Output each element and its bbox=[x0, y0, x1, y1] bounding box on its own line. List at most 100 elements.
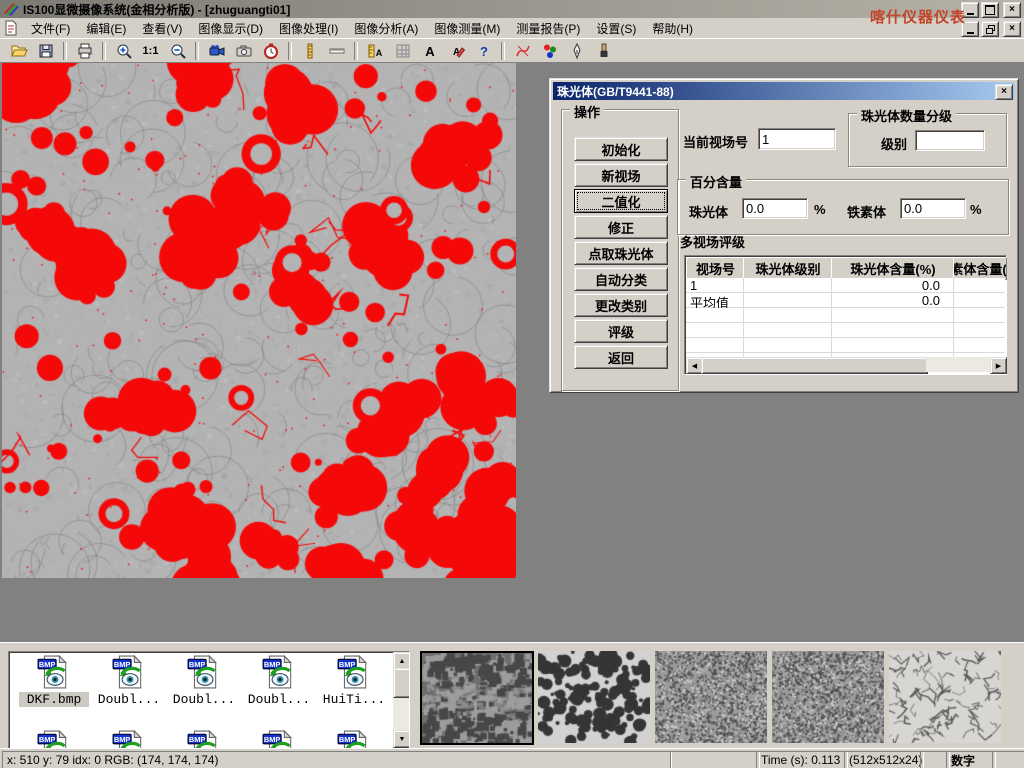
maximize-icon bbox=[985, 5, 995, 15]
file-item[interactable]: Doubl... bbox=[94, 655, 164, 707]
timer-button[interactable] bbox=[257, 40, 284, 62]
file-item[interactable] bbox=[94, 730, 164, 749]
thumbnail-2[interactable] bbox=[538, 651, 650, 743]
rate-button[interactable]: 评级 bbox=[574, 319, 668, 343]
column-header-ferrite[interactable]: 铁素体含量(%) bbox=[953, 257, 1007, 280]
current-field-input[interactable] bbox=[758, 128, 836, 150]
grid-button[interactable] bbox=[389, 40, 416, 62]
menu-item-image-analysis[interactable]: 图像分析(A) bbox=[346, 18, 426, 39]
file-item[interactable] bbox=[169, 730, 239, 749]
status-mode: 数字 bbox=[946, 751, 996, 768]
change-class-button[interactable]: 更改类别 bbox=[574, 293, 668, 317]
pen-button[interactable] bbox=[563, 40, 590, 62]
bmp-file-icon bbox=[187, 730, 221, 749]
dialog-title-bar[interactable]: 珠光体(GB/T9441-88) × bbox=[553, 82, 1015, 100]
print-button[interactable] bbox=[71, 40, 98, 62]
file-item[interactable]: Doubl... bbox=[244, 655, 314, 707]
pearlite-input[interactable] bbox=[742, 198, 808, 219]
text-icon: A bbox=[421, 42, 439, 60]
file-item[interactable] bbox=[319, 730, 389, 749]
grading-group: 珠光体数量分级 级别 bbox=[848, 113, 1007, 167]
app-icon bbox=[3, 1, 19, 17]
menu-item-help[interactable]: 帮助(H) bbox=[644, 18, 701, 39]
file-item[interactable]: HuiTi... bbox=[319, 655, 389, 707]
thumbnail-5[interactable] bbox=[889, 651, 1001, 743]
dialog-close-button[interactable]: × bbox=[995, 84, 1013, 100]
menu-item-image-measure[interactable]: 图像测量(M) bbox=[426, 18, 508, 39]
text-button[interactable]: A bbox=[416, 40, 443, 62]
phase-classify-button[interactable] bbox=[536, 40, 563, 62]
thumbnail-3[interactable] bbox=[655, 651, 767, 743]
initialize-button[interactable]: 初始化 bbox=[574, 137, 668, 161]
scroll-right-button[interactable]: ▶ bbox=[990, 357, 1007, 374]
help-button[interactable]: ? bbox=[470, 40, 497, 62]
svg-text:?: ? bbox=[480, 44, 488, 59]
brush-button[interactable] bbox=[590, 40, 617, 62]
thumbnail-1[interactable] bbox=[420, 651, 534, 745]
hscroll-thumb[interactable] bbox=[701, 357, 928, 374]
menu-item-edit[interactable]: 编辑(E) bbox=[78, 18, 134, 39]
timer-icon bbox=[262, 42, 280, 60]
correct-button[interactable]: 修正 bbox=[574, 215, 668, 239]
auto-classify-button[interactable]: 自动分类 bbox=[574, 267, 668, 291]
menu-item-file[interactable]: 文件(F) bbox=[23, 18, 78, 39]
ruler-button[interactable] bbox=[323, 40, 350, 62]
file-item[interactable]: Doubl... bbox=[169, 655, 239, 707]
table-row-1-pearlite[interactable]: 0.0 bbox=[836, 278, 940, 293]
menu-item-settings[interactable]: 设置(S) bbox=[588, 18, 644, 39]
vscroll-thumb[interactable] bbox=[393, 668, 410, 698]
table-row-2-field[interactable]: 平均值 bbox=[690, 293, 740, 308]
file-name: Doubl... bbox=[244, 692, 314, 707]
actual-size-button[interactable]: 1:1 bbox=[137, 40, 164, 62]
file-item[interactable] bbox=[244, 730, 314, 749]
minimize-icon bbox=[967, 5, 974, 15]
zoom-in-icon bbox=[115, 42, 133, 60]
annotate-button[interactable]: A bbox=[443, 40, 470, 62]
pick-pearlite-button[interactable]: 点取珠光体 bbox=[574, 241, 668, 265]
level-input[interactable] bbox=[915, 130, 985, 151]
curve-measure-button[interactable] bbox=[509, 40, 536, 62]
snapshot-button[interactable] bbox=[230, 40, 257, 62]
open-folder-icon bbox=[10, 42, 28, 60]
binarize-button[interactable]: 二值化 bbox=[574, 189, 668, 213]
zoom-out-button[interactable] bbox=[164, 40, 191, 62]
mdi-close-button[interactable]: × bbox=[1003, 21, 1021, 37]
new-field-button[interactable]: 新视场 bbox=[574, 163, 668, 187]
table-row-2-pearlite[interactable]: 0.0 bbox=[836, 293, 940, 308]
column-header-pearlite[interactable]: 珠光体含量(%) bbox=[831, 257, 955, 280]
svg-text:A: A bbox=[425, 44, 435, 59]
video-capture-button[interactable] bbox=[203, 40, 230, 62]
save-button[interactable] bbox=[32, 40, 59, 62]
mdi-restore-button[interactable] bbox=[981, 21, 999, 37]
file-item[interactable] bbox=[19, 730, 89, 749]
measure-scale-button[interactable]: A bbox=[362, 40, 389, 62]
column-header-grade[interactable]: 珠光体级别 bbox=[743, 257, 833, 280]
table-row-1-field[interactable]: 1 bbox=[690, 278, 740, 293]
zoom-in-button[interactable] bbox=[110, 40, 137, 62]
menu-item-image-processing[interactable]: 图像处理(I) bbox=[271, 18, 346, 39]
metallographic-image[interactable] bbox=[2, 63, 516, 578]
table-hscrollbar: ◀ ▶ bbox=[686, 357, 1005, 372]
bmp-file-icon bbox=[337, 655, 371, 689]
maximize-button[interactable] bbox=[981, 2, 999, 18]
scroll-down-button[interactable]: ▼ bbox=[393, 730, 410, 748]
file-name: Doubl... bbox=[169, 692, 239, 707]
menu-item-view[interactable]: 查看(V) bbox=[134, 18, 190, 39]
ferrite-input[interactable] bbox=[900, 198, 966, 219]
thumbnail-4[interactable] bbox=[772, 651, 884, 743]
menu-item-measure-report[interactable]: 测量报告(P) bbox=[508, 18, 588, 39]
percent-group: 百分含量 珠光体 % 铁素体 % bbox=[677, 179, 1009, 235]
column-header-field[interactable]: 视场号 bbox=[686, 257, 745, 280]
open-file-button[interactable] bbox=[5, 40, 32, 62]
bmp-file-icon bbox=[337, 730, 371, 749]
close-button[interactable]: × bbox=[1003, 2, 1021, 18]
current-field-label: 当前视场号 bbox=[683, 132, 748, 151]
return-button[interactable]: 返回 bbox=[574, 345, 668, 369]
arrow-left-icon: ◀ bbox=[692, 362, 697, 370]
hscroll-track[interactable] bbox=[926, 357, 990, 372]
caliper-button[interactable] bbox=[296, 40, 323, 62]
file-item[interactable]: DKF.bmp bbox=[19, 655, 89, 707]
percent-group-title: 百分含量 bbox=[686, 172, 746, 191]
menu-item-image-display[interactable]: 图像显示(D) bbox=[190, 18, 271, 39]
phase-classify-icon bbox=[541, 42, 559, 60]
